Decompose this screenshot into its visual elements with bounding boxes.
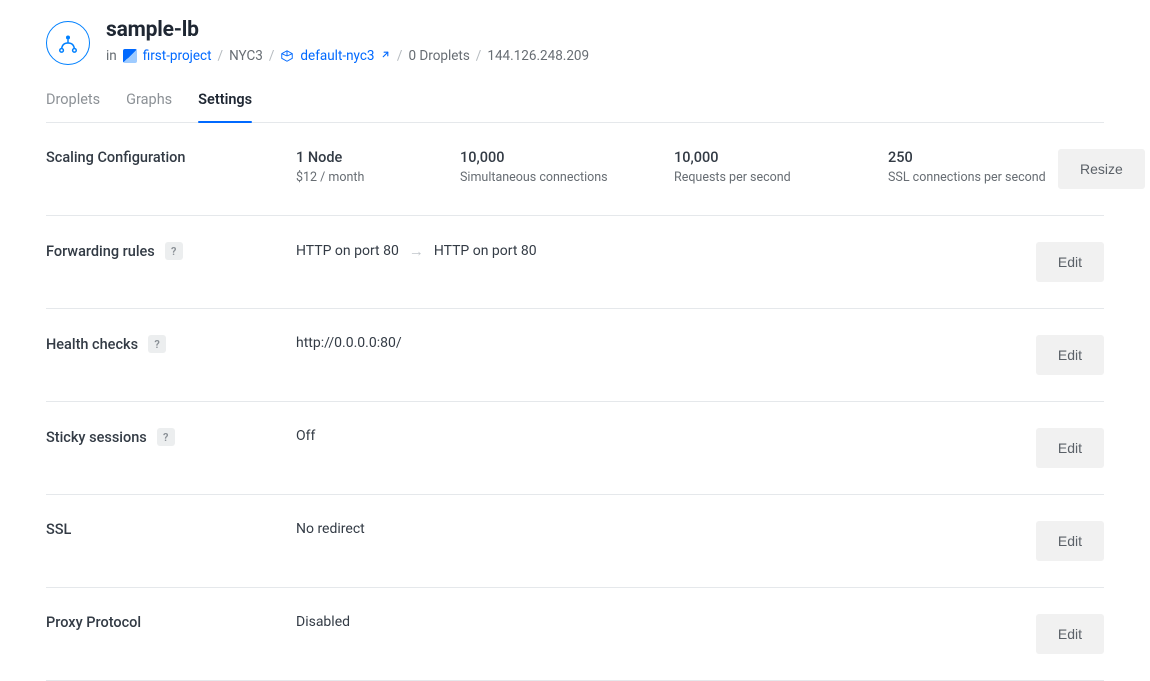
project-icon <box>123 49 137 63</box>
breadcrumb-droplet-count: 0 Droplets <box>408 48 469 64</box>
row-health: Health checks ? http://0.0.0.0:80/ Edit <box>46 309 1104 402</box>
edit-health-button[interactable]: Edit <box>1036 335 1104 375</box>
sticky-value: Off <box>296 428 315 444</box>
tab-settings[interactable]: Settings <box>198 91 252 122</box>
row-sticky: Sticky sessions ? Off Edit <box>46 402 1104 495</box>
metric-rps-value: 10,000 <box>674 149 844 166</box>
page-header: sample-lb in first-project / NYC3 / defa… <box>46 18 1104 65</box>
metric-nodes: 1 Node $12 / month <box>296 149 416 185</box>
help-icon[interactable]: ? <box>165 242 183 260</box>
forwarding-label: Forwarding rules <box>46 243 155 260</box>
resize-button[interactable]: Resize <box>1058 149 1145 189</box>
health-label: Health checks <box>46 336 138 353</box>
breadcrumb-vpc-link[interactable]: default-nyc3 <box>300 48 390 64</box>
breadcrumb-vpc-label: default-nyc3 <box>300 48 374 64</box>
load-balancer-icon <box>46 21 90 65</box>
metric-nodes-sub: $12 / month <box>296 170 416 185</box>
external-link-icon <box>380 49 391 60</box>
metric-sim-conn-sub: Simultaneous connections <box>460 170 630 185</box>
help-icon[interactable]: ? <box>157 428 175 446</box>
scaling-label: Scaling Configuration <box>46 149 185 166</box>
forwarding-from: HTTP on port 80 <box>296 243 399 259</box>
breadcrumb-sep: / <box>218 48 224 64</box>
help-icon[interactable]: ? <box>148 335 166 353</box>
tabs: Droplets Graphs Settings <box>46 91 1104 123</box>
breadcrumb-sep: / <box>397 48 403 64</box>
page-title: sample-lb <box>106 18 589 42</box>
metric-nodes-value: 1 Node <box>296 149 416 166</box>
metric-ssl-cps: 250 SSL connections per second <box>888 149 1058 185</box>
breadcrumb-ip: 144.126.248.209 <box>487 48 589 64</box>
arrow-right-icon: → <box>409 242 424 260</box>
metric-ssl-cps-sub: SSL connections per second <box>888 170 1058 185</box>
ssl-value: No redirect <box>296 521 365 537</box>
proxy-label: Proxy Protocol <box>46 614 141 631</box>
breadcrumb: in first-project / NYC3 / default-nyc3 <box>106 48 589 64</box>
sticky-label: Sticky sessions <box>46 429 147 446</box>
forwarding-to: HTTP on port 80 <box>434 243 537 259</box>
metric-sim-conn-value: 10,000 <box>460 149 630 166</box>
edit-proxy-button[interactable]: Edit <box>1036 614 1104 654</box>
tab-droplets[interactable]: Droplets <box>46 91 100 122</box>
metric-ssl-cps-value: 250 <box>888 149 1058 166</box>
breadcrumb-sep: / <box>269 48 275 64</box>
metric-rps: 10,000 Requests per second <box>674 149 844 185</box>
ssl-label: SSL <box>46 521 71 538</box>
breadcrumb-in: in <box>106 48 117 64</box>
breadcrumb-region: NYC3 <box>229 48 263 64</box>
row-proxy: Proxy Protocol Disabled Edit <box>46 588 1104 681</box>
breadcrumb-sep: / <box>476 48 482 64</box>
edit-ssl-button[interactable]: Edit <box>1036 521 1104 561</box>
proxy-value: Disabled <box>296 614 350 630</box>
metric-rps-sub: Requests per second <box>674 170 844 185</box>
row-scaling: Scaling Configuration 1 Node $12 / month… <box>46 123 1104 216</box>
metric-sim-conn: 10,000 Simultaneous connections <box>460 149 630 185</box>
tab-graphs[interactable]: Graphs <box>126 91 172 122</box>
health-value: http://0.0.0.0:80/ <box>296 335 402 351</box>
row-forwarding: Forwarding rules ? HTTP on port 80 → HTT… <box>46 216 1104 309</box>
vpc-icon <box>280 49 294 63</box>
edit-sticky-button[interactable]: Edit <box>1036 428 1104 468</box>
breadcrumb-project-link[interactable]: first-project <box>143 48 212 64</box>
edit-forwarding-button[interactable]: Edit <box>1036 242 1104 282</box>
row-ssl: SSL No redirect Edit <box>46 495 1104 588</box>
